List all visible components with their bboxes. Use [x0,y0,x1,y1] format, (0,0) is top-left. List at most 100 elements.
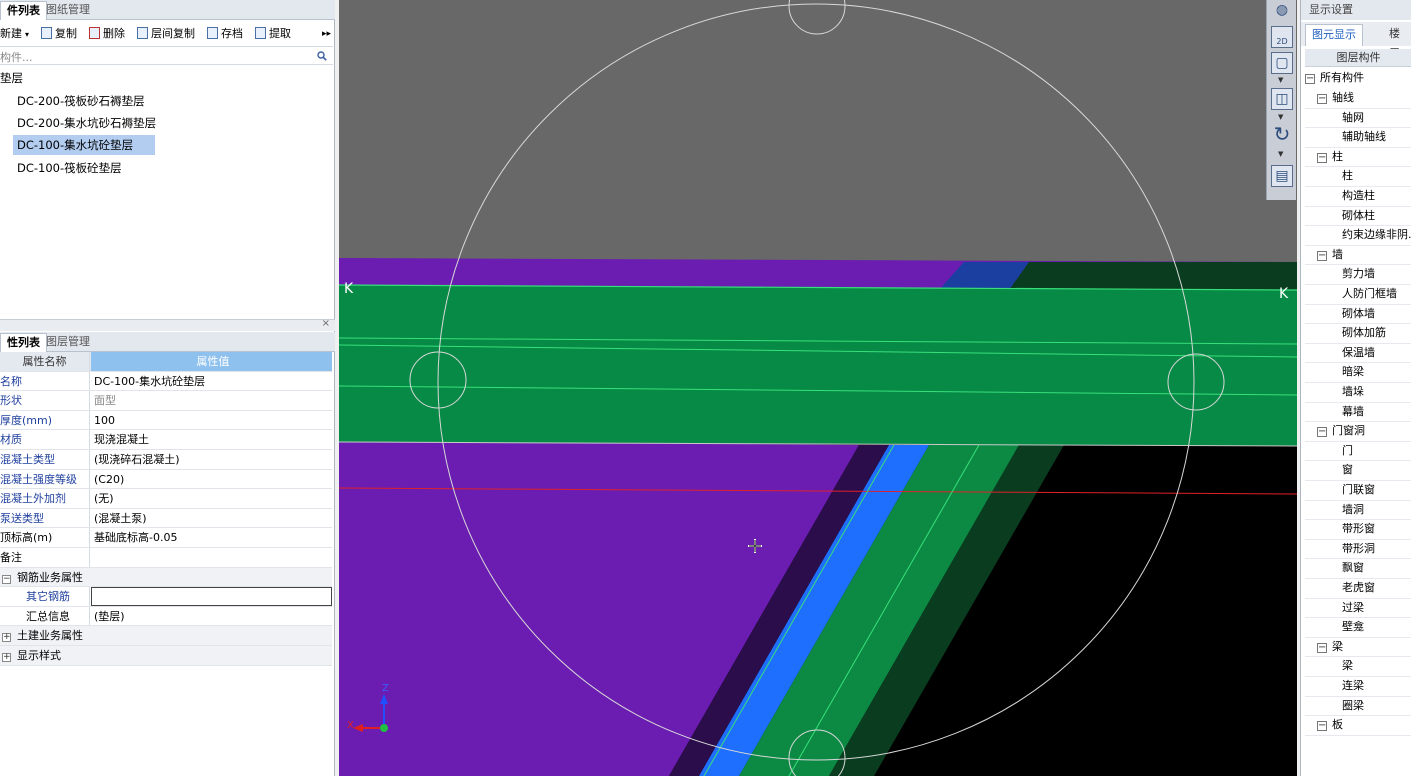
dropdown-caret-icon[interactable]: ▼ [1278,150,1283,158]
collapse-icon[interactable]: − [1317,94,1327,104]
tree-leaf[interactable]: 窗 [1342,460,1353,480]
property-group-civil[interactable]: + 土建业务属性 [0,626,332,646]
copy-button[interactable]: 复制 [41,26,77,42]
tree-leaf[interactable]: 砌体墙 [1342,304,1375,324]
tree-leaf[interactable]: 砌体柱 [1342,206,1375,226]
tab-drawing-manage[interactable]: 图纸管理 [40,1,96,20]
property-row[interactable]: 其它钢筋 [0,587,332,607]
tree-leaf[interactable]: 带形洞 [1342,539,1375,559]
property-row[interactable]: 混凝土类型 (现浇碎石混凝土) [0,449,332,470]
tree-leaf[interactable]: 构造柱 [1342,186,1375,206]
tree-leaf[interactable]: 幕墙 [1342,402,1364,422]
tree-leaf[interactable]: 带形窗 [1342,519,1375,539]
tree-leaf[interactable]: 门联窗 [1342,480,1375,500]
property-row[interactable]: 混凝土外加剂 (无) [0,489,332,509]
collapse-icon[interactable]: − [1317,250,1327,261]
tree-category[interactable]: − 柱 [1317,147,1343,167]
property-value[interactable]: DC-100-集水坑砼垫层 [91,372,332,391]
tree-category[interactable]: − 梁 [1317,637,1343,657]
tree-leaf[interactable]: 剪力墙 [1342,264,1375,284]
property-row[interactable]: 汇总信息 (垫层) [0,606,332,627]
property-value[interactable] [91,548,332,567]
tree-category[interactable]: − 墙 [1317,245,1343,265]
tree-item-selected[interactable]: DC-100-集水坑砼垫层 [13,135,155,155]
save-button[interactable]: 存档 [207,26,243,42]
property-value[interactable]: 现浇混凝土 [91,430,332,449]
tree-leaf[interactable]: 砌体加筋 [1342,323,1386,343]
tree-leaf[interactable]: 保温墙 [1342,343,1375,363]
close-icon[interactable]: × [322,318,330,329]
layout-icon[interactable]: ▤ [1271,165,1293,187]
property-group-rebar[interactable]: − 钢筋业务属性 [0,567,332,588]
property-value[interactable]: 基础底标高-0.05 [91,528,332,547]
rotate-icon[interactable]: ↻ [1271,124,1293,146]
tree-category[interactable]: − 板 [1317,715,1343,735]
tree-leaf[interactable]: 墙垛 [1342,382,1364,402]
tree-root[interactable]: − 所有构件 [1305,68,1364,88]
new-button[interactable]: 新建 ▾ [0,26,29,42]
tree-category[interactable]: − 轴线 [1317,88,1354,108]
tree-leaf[interactable]: 圈梁 [1342,696,1364,716]
search-input[interactable]: 构件... [0,49,33,65]
collapse-icon[interactable]: − [1317,427,1327,438]
tree-leaf[interactable]: 轴网 [1342,108,1364,128]
tree-leaf[interactable]: 人防门框墙 [1342,284,1397,304]
tree-leaf[interactable]: 约束边缘非阴... [1342,225,1411,245]
property-value[interactable]: 100 [91,411,332,430]
dropdown-caret-icon[interactable]: ▼ [1278,113,1283,121]
tree-item[interactable]: DC-100-筏板砼垫层 [17,158,122,178]
expand-icon[interactable]: + [2,652,11,662]
property-row[interactable]: 泵送类型 (混凝土泵) [0,508,332,529]
property-value[interactable]: (C20) [91,470,332,489]
tree-leaf[interactable]: 门 [1342,441,1353,461]
property-value[interactable]: (混凝土泵) [91,509,332,528]
property-row[interactable]: 混凝土强度等级 (C20) [0,469,332,490]
tree-item[interactable]: DC-200-集水坑砂石褥垫层 [17,113,156,133]
tree-leaf[interactable]: 壁龛 [1342,617,1364,637]
collapse-icon[interactable]: − [1317,152,1327,163]
more-icon[interactable]: ▸▸ [322,26,331,42]
tree-leaf[interactable]: 飘窗 [1342,558,1364,578]
property-row[interactable]: 备注 [0,547,332,568]
property-group-display[interactable]: + 显示样式 [0,645,332,666]
extract-button[interactable]: 提取 [255,26,291,42]
tab-layer-manage[interactable]: 图层管理 [40,333,96,352]
tree-leaf[interactable]: 老虎窗 [1342,578,1375,598]
tree-leaf[interactable]: 墙洞 [1342,500,1364,520]
property-value-editor[interactable] [91,587,332,606]
tree-group-cushion[interactable]: 垫层 [0,68,23,88]
tree-leaf[interactable]: 过梁 [1342,598,1364,618]
property-row[interactable]: 形状 面型 [0,391,332,411]
property-value[interactable]: (现浇碎石混凝土) [91,450,332,469]
tree-item[interactable]: DC-200-筏板砂石褥垫层 [17,91,145,111]
property-row[interactable]: 顶标高(m) 基础底标高-0.05 [0,528,332,548]
tree-leaf[interactable]: 梁 [1342,656,1353,676]
floor-copy-button[interactable]: 层间复制 [137,26,195,42]
property-row[interactable]: 名称 DC-100-集水坑砼垫层 [0,371,332,392]
tree-leaf[interactable]: 辅助轴线 [1342,127,1386,147]
tree-leaf[interactable]: 连梁 [1342,676,1364,696]
tree-category[interactable]: − 门窗洞 [1317,421,1365,441]
component-search[interactable]: 构件... [0,46,333,65]
tree-leaf[interactable]: 暗梁 [1342,362,1364,382]
collapse-icon[interactable]: − [1317,642,1327,653]
panel-splitter[interactable]: × [0,318,335,331]
view-2d-button[interactable]: 2D [1271,26,1293,48]
drawing-viewport[interactable]: K K Z X [339,0,1297,776]
model-canvas[interactable] [339,0,1297,776]
collapse-icon[interactable]: − [2,574,11,584]
property-value[interactable]: (垫层) [91,607,332,626]
collapse-icon[interactable]: − [1305,74,1315,84]
tab-floor-display[interactable]: 楼层 [1383,24,1411,60]
property-row[interactable]: 材质 现浇混凝土 [0,430,332,450]
dropdown-caret-icon[interactable]: ▼ [1278,76,1283,84]
expand-icon[interactable]: + [2,633,11,643]
search-icon[interactable] [317,51,327,61]
tab-element-display[interactable]: 图元显示 [1305,24,1363,46]
top-view-icon[interactable]: ▢ [1271,52,1293,74]
property-row[interactable]: 厚度(mm) 100 [0,410,332,431]
property-value[interactable]: (无) [91,489,332,508]
globe-icon[interactable]: ◍ [1271,0,1293,22]
collapse-icon[interactable]: − [1317,721,1327,732]
delete-button[interactable]: 删除 [89,26,125,42]
